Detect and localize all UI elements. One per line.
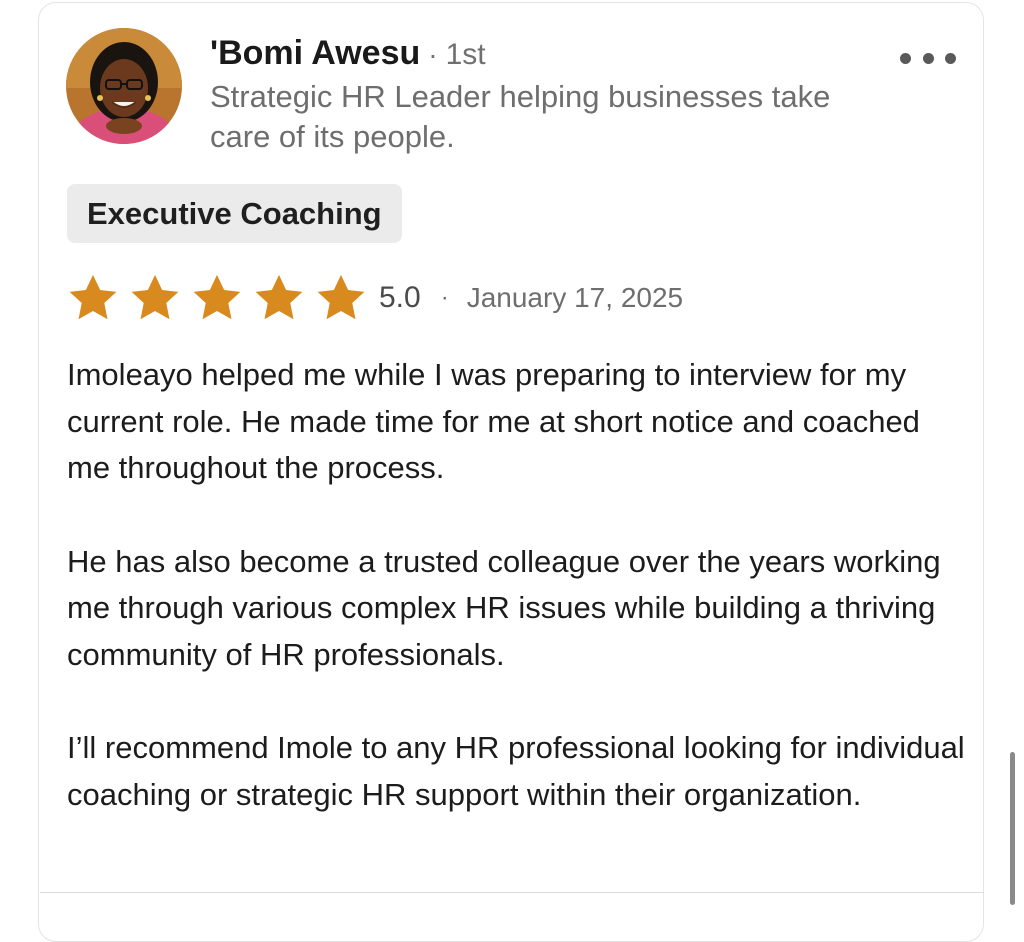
review-paragraph: Imoleayo helped me while I was preparing… [67,357,920,485]
reviewer-avatar[interactable] [66,28,182,144]
review-date: January 17, 2025 [466,282,684,313]
connection-degree: 1st [445,38,486,71]
more-dot-icon [922,52,934,64]
star-icon [67,273,119,323]
rating-row: 5.0 · January 17, 2025 [67,272,683,324]
review-text: Imoleayo helped me while I was preparing… [67,352,967,865]
service-tag: Executive Coaching [67,184,402,243]
profile-photo-icon [66,28,182,144]
rating-value: 5.0 [379,281,421,314]
star-rating [67,273,377,323]
more-options-button[interactable] [900,44,956,72]
star-icon [191,273,243,323]
reviewer-name[interactable]: 'Bomi Awesu [210,34,420,73]
star-icon [129,273,181,323]
star-icon [315,273,367,323]
reviewer-headline: Strategic HR Leader helping businesses t… [210,79,831,154]
review-paragraph: He has also become a trusted colleague o… [67,543,941,672]
scrollbar[interactable] [1010,752,1015,905]
more-dot-icon [945,52,956,64]
name-separator: · [428,39,438,70]
more-dot-icon [900,52,911,64]
star-icon [253,273,305,323]
divider [40,892,984,893]
rating-separator: · [440,284,449,311]
reviewer-name-row: 'Bomi Awesu · 1st [210,34,486,74]
review-paragraph: I’ll recommend Imole to any HR professio… [67,730,965,812]
